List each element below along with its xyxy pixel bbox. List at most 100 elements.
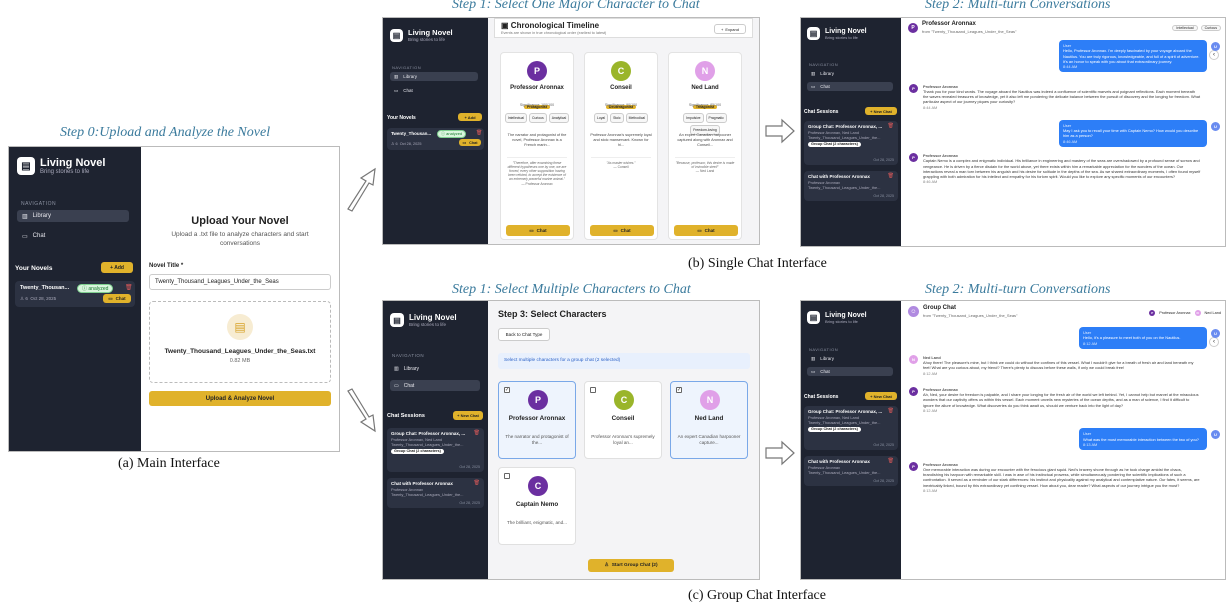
message-time: 8:12 AM <box>923 370 938 376</box>
session-date: Oct 28, 2025 <box>873 479 894 484</box>
character-count-icon: ♙ <box>391 142 395 146</box>
session-list: Group Chat: Professor Aronnax, ... 🗑 Profe… <box>804 121 898 207</box>
nav-library[interactable]: ▥ Library <box>807 69 893 78</box>
trash-icon[interactable]: 🗑 <box>888 408 894 415</box>
character-card[interactable]: C Captain Nemo The brilliant, enigmatic, a… <box>498 467 576 545</box>
timeline-title-text: Chronological Timeline <box>510 21 600 30</box>
nav-library[interactable]: ▥ Library <box>390 363 480 374</box>
session-card[interactable]: Group Chat: Professor Aronnax, ... 🗑 Profe… <box>387 428 484 472</box>
header-tag: Intellectual <box>1172 25 1198 31</box>
expand-button[interactable]: + Expand <box>714 24 746 34</box>
nav-library[interactable]: ▥ Library <box>17 210 129 222</box>
book-icon: ▤ <box>807 27 820 40</box>
trash-icon[interactable]: 🗑 <box>474 480 480 487</box>
trash-icon[interactable]: 🗑 <box>888 123 894 130</box>
novel-chat-button[interactable]: ▭ Chat <box>103 294 131 303</box>
add-novel-button[interactable]: + Add <box>458 113 482 121</box>
trait-tag: Intellectual <box>504 113 527 123</box>
session-card[interactable]: Group Chat: Professor Aronnax, ... 🗑 Profe… <box>804 406 898 450</box>
novel-card-count: 6 <box>25 296 28 301</box>
character-card[interactable]: N Ned Land Tritagonist Significance: 85/100… <box>668 52 742 240</box>
chat-button[interactable]: ▭ Chat <box>590 225 654 236</box>
collapse-chevron-icon[interactable]: ‹ <box>1209 337 1219 347</box>
chat-title: Professor Aronnax <box>922 21 976 27</box>
nav-library-label: Library <box>820 356 835 361</box>
app-tagline: Bring stories to life <box>408 37 446 42</box>
novel-chat-button-label: Chat <box>469 140 478 145</box>
chat-icon: ▭ <box>394 87 399 93</box>
user-message: User Hello, Professor Aronnax. I'm deeply… <box>1059 40 1207 73</box>
message-text: Hello, Professor Aronnax. I'm deeply fas… <box>1063 48 1200 64</box>
timeline-panel: ▣ Chronological Timeline Events are show… <box>488 18 759 244</box>
trait-tags: Intellectual Curious Analytical <box>503 111 571 123</box>
caption-step1-group: Step 1: Select Multiple Characters to Ch… <box>452 282 691 297</box>
novel-title-input[interactable]: Twenty_Thousand_Leagues_Under_the_Seas <box>149 274 331 290</box>
checkbox[interactable] <box>504 473 510 479</box>
chat-icon: ▭ <box>613 227 618 233</box>
file-dropzone[interactable]: ▤ Twenty_Thousand_Leagues_Under_the_Seas… <box>149 301 331 383</box>
chat-panel: ☺ Group Chat from "Twenty_Thousand_Leagu… <box>901 301 1225 579</box>
nav-chat[interactable]: ▭ Chat <box>390 380 480 391</box>
nav-chat[interactable]: ▭ Chat <box>17 230 129 242</box>
new-chat-button[interactable]: + New Chat <box>865 392 897 400</box>
character-avatar: C <box>611 61 631 81</box>
character-card[interactable]: C Conseil Deuteragonist Significance: 90/10… <box>584 52 658 240</box>
session-card[interactable]: Chat with Professor Aronnax 🗑 Professor Ar… <box>387 478 484 508</box>
quote-attribution: — Professor Aronnax <box>521 181 553 186</box>
chat-button[interactable]: ▭ Chat <box>674 225 738 236</box>
user-message: User Hello, it's a pleasure to meet both … <box>1079 327 1207 349</box>
character-card[interactable]: P Professor Aronnax Protagonist Significanc… <box>500 52 574 240</box>
trash-icon[interactable]: 🗑 <box>125 284 133 291</box>
character-card[interactable]: C Conseil Professor Aronnax's supremely lo… <box>584 381 662 459</box>
nav-chat[interactable]: ▭ Chat <box>390 86 478 95</box>
your-novels-heading: Your Novels <box>15 265 53 272</box>
start-group-chat-button[interactable]: ♙ Start Group Chat (2) <box>588 559 674 572</box>
calendar-icon: ▣ <box>501 21 509 30</box>
character-card[interactable]: ✓ N Ned Land An expert Canadian harpooner c… <box>670 381 748 459</box>
chat-icon: ▭ <box>697 227 702 233</box>
nav-library-label: Library <box>32 213 52 219</box>
chat-button[interactable]: ▭ Chat <box>506 225 570 236</box>
chat-icon: ▭ <box>811 83 816 89</box>
session-card[interactable]: Chat with Professor Aronnax 🗑 Professor Ar… <box>804 456 898 486</box>
user-avatar: U <box>1211 121 1220 131</box>
chat-button-label: Chat <box>620 228 631 233</box>
session-card[interactable]: Group Chat: Professor Aronnax, ... 🗑 Profe… <box>804 121 898 165</box>
session-novel: Twenty_Thousand_Leagues_Under_the... <box>808 135 881 141</box>
checkbox[interactable]: ✓ <box>504 387 510 393</box>
nav-chat[interactable]: ▭ Chat <box>807 82 893 91</box>
session-list: Group Chat: Professor Aronnax, ... 🗑 Profe… <box>387 428 484 514</box>
sidebar: ▤ Living Novel Bring stories to life NAVI… <box>383 301 488 579</box>
trash-icon[interactable]: 🗑 <box>888 458 894 465</box>
trash-icon[interactable]: 🗑 <box>476 130 482 136</box>
nav-library[interactable]: ▥ Library <box>807 354 893 363</box>
character-card[interactable]: ✓ P Professor Aronnax The narrator and prot… <box>498 381 576 459</box>
nav-library[interactable]: ▥ Library <box>390 72 478 81</box>
new-chat-button[interactable]: + New Chat <box>865 107 897 115</box>
novel-card-meta: ♙ 6 Oct 28, 2025 <box>20 296 56 302</box>
upload-analyze-button[interactable]: Upload & Analyze Novel <box>149 391 331 406</box>
novel-card[interactable]: Twenty_Thousan... ⓘ analyzed 🗑 ♙ 6 Oct 2… <box>15 281 135 307</box>
single-select-screenshot: ▤ Living Novel Bring stories to life NAVI… <box>382 17 760 245</box>
member-name: Professor Aronnax <box>1159 311 1191 315</box>
chat-sessions-heading: Chat Sessions <box>804 394 839 400</box>
checkbox[interactable] <box>590 387 596 393</box>
message-time: 8:44 AM <box>923 104 938 110</box>
nav-chat[interactable]: ▭ Chat <box>807 367 893 376</box>
new-chat-button[interactable]: + New Chat <box>453 411 483 420</box>
message-time: 8:12 AM <box>923 407 938 413</box>
back-button[interactable]: Back to Chat Type <box>498 328 550 341</box>
novel-card[interactable]: Twenty_Thousan... ⓘ analyzed 🗑 ♙ 6 Oct 2… <box>387 128 484 150</box>
assistant-avatar: P <box>909 83 918 93</box>
selection-info: Select multiple characters for a group c… <box>498 353 750 369</box>
collapse-chevron-icon[interactable]: ‹ <box>1209 50 1219 60</box>
trash-icon[interactable]: 🗑 <box>474 430 480 437</box>
trash-icon[interactable]: 🗑 <box>888 173 894 180</box>
quote-attribution: — Ned Land <box>695 169 715 174</box>
novel-chat-button[interactable]: ▭ Chat <box>459 139 481 146</box>
app-name: Living Novel <box>409 313 457 322</box>
checkbox[interactable]: ✓ <box>676 387 682 393</box>
character-quote: "Because, professor, this desire is made… <box>675 157 735 173</box>
session-card[interactable]: Chat with Professor Aronnax 🗑 Professor Ar… <box>804 171 898 201</box>
add-novel-button[interactable]: + Add <box>101 262 133 273</box>
